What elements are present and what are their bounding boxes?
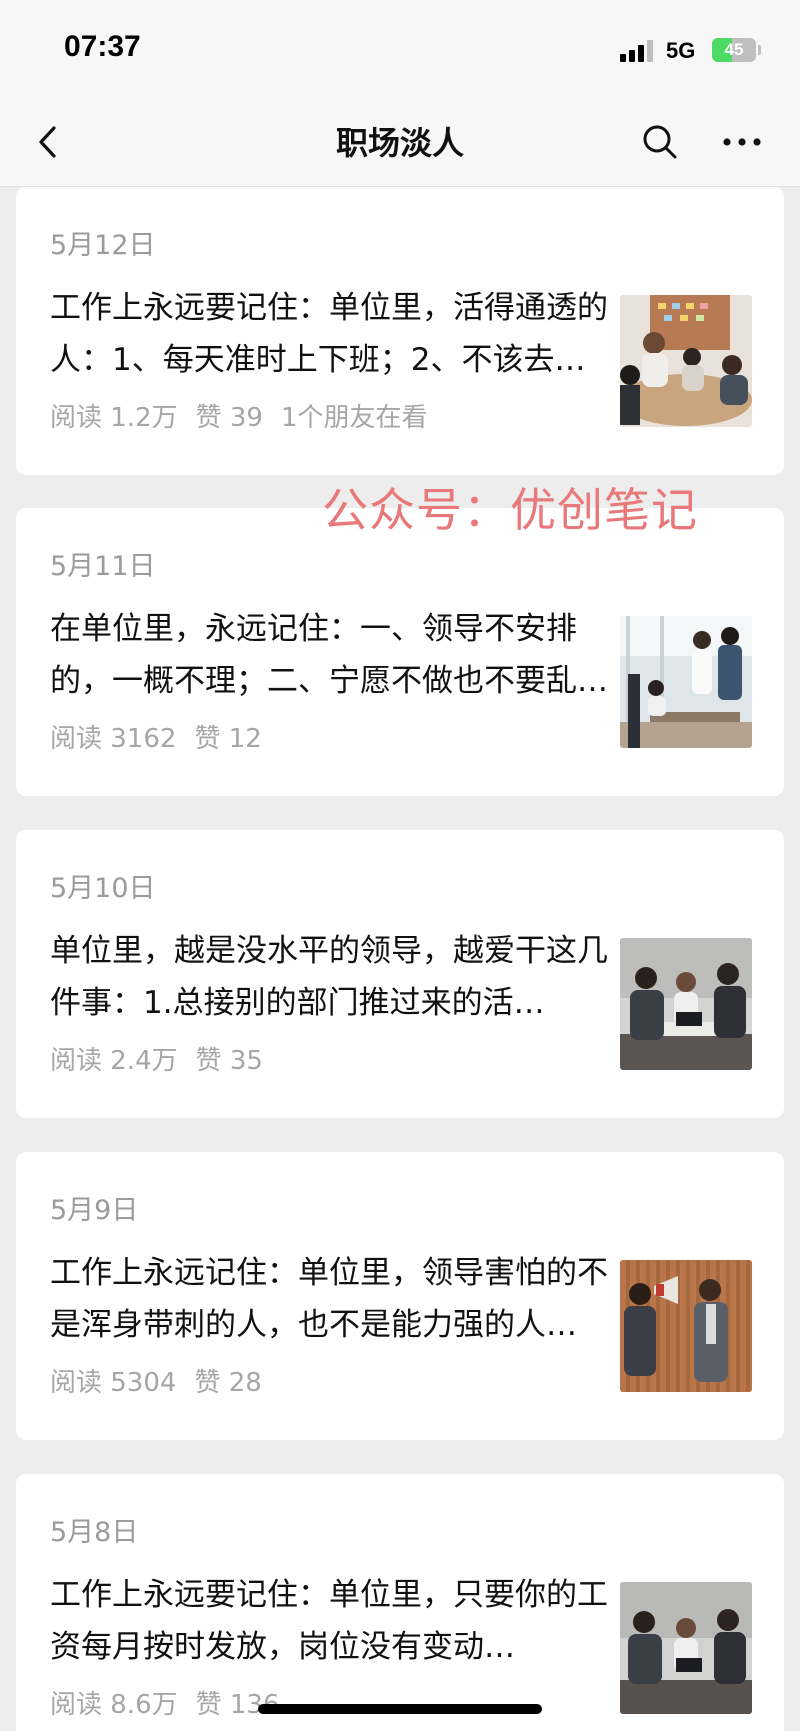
article-card[interactable]: 5月10日 单位里，越是没水平的领导，越爱干这几件事：1.总接别的部门推过来的活… <box>16 830 784 1118</box>
article-date: 5月12日 <box>50 230 156 261</box>
like-count: 赞 12 <box>194 724 262 754</box>
article-card[interactable]: 5月8日 工作上永远要记住：单位里，只要你的工资每月按时发放，岗位没有变动… 阅… <box>16 1474 784 1731</box>
article-feed: 5月12日 工作上永远要记住：单位里，活得通透的人：1、每天准时上下班；2、不该… <box>0 187 800 1731</box>
more-icon[interactable] <box>720 122 764 162</box>
read-count: 阅读 1.2万 <box>50 403 178 433</box>
article-title[interactable]: 工作上永远要记住：单位里，只要你的工资每月按时发放，岗位没有变动… <box>50 1569 610 1673</box>
watermark-text: 公众号：优创笔记 <box>322 483 698 537</box>
battery-cap <box>758 45 761 55</box>
search-icon[interactable] <box>640 122 680 162</box>
article-date: 5月8日 <box>50 1517 139 1548</box>
like-count: 赞 28 <box>194 1368 262 1398</box>
article-thumbnail[interactable] <box>620 616 752 748</box>
article-date: 5月10日 <box>50 873 156 904</box>
like-count: 赞 39 <box>195 403 263 433</box>
network-type: 5G <box>666 38 696 63</box>
article-thumbnail[interactable] <box>620 1260 752 1392</box>
read-count: 阅读 8.6万 <box>50 1690 178 1720</box>
article-title[interactable]: 在单位里，永远记住：一、领导不安排的，一概不理；二、宁愿不做也不要乱做… <box>50 603 610 707</box>
article-thumbnail[interactable] <box>620 295 752 427</box>
article-thumbnail[interactable] <box>620 938 752 1070</box>
article-meta: 阅读 8.6万赞 136 <box>50 1684 298 1721</box>
status-bar: 07:37 5G 45 <box>0 0 800 100</box>
read-count: 阅读 5304 <box>50 1368 177 1398</box>
status-time: 07:37 <box>64 30 141 63</box>
article-date: 5月11日 <box>50 551 156 582</box>
article-card[interactable]: 5月9日 工作上永远记住：单位里，领导害怕的不是浑身带刺的人，也不是能力强的人…… <box>16 1152 784 1440</box>
article-date: 5月9日 <box>50 1195 139 1226</box>
article-title[interactable]: 单位里，越是没水平的领导，越爱干这几件事：1.总接别的部门推过来的活… <box>50 925 610 1029</box>
home-indicator[interactable] <box>258 1704 542 1714</box>
read-count: 阅读 3162 <box>50 724 177 754</box>
article-thumbnail[interactable] <box>620 1582 752 1714</box>
article-card[interactable]: 5月11日 在单位里，永远记住：一、领导不安排的，一概不理；二、宁愿不做也不要乱… <box>16 508 784 796</box>
article-card[interactable]: 5月12日 工作上永远要记住：单位里，活得通透的人：1、每天准时上下班；2、不该… <box>16 187 784 475</box>
battery-icon: 45 <box>712 38 756 62</box>
read-count: 阅读 2.4万 <box>50 1046 178 1076</box>
article-title[interactable]: 工作上永远记住：单位里，领导害怕的不是浑身带刺的人，也不是能力强的人… <box>50 1247 610 1351</box>
nav-bar: 职场淡人 <box>0 100 800 187</box>
like-count: 赞 35 <box>195 1046 263 1076</box>
battery-percent: 45 <box>724 40 744 59</box>
article-meta: 阅读 5304 赞 28 <box>50 1362 280 1399</box>
article-title[interactable]: 工作上永远要记住：单位里，活得通透的人：1、每天准时上下班；2、不该去的饭局坚决… <box>50 282 610 386</box>
article-meta: 阅读 3162 赞 12 <box>50 718 280 755</box>
article-meta: 阅读 2.4万赞 35 <box>50 1040 281 1077</box>
page-title: 职场淡人 <box>335 124 464 162</box>
article-meta: 阅读 1.2万赞 39 1个朋友在看 <box>50 397 446 434</box>
friends-viewing: 1个朋友在看 <box>280 403 428 433</box>
cellular-signal-icon <box>620 40 654 62</box>
